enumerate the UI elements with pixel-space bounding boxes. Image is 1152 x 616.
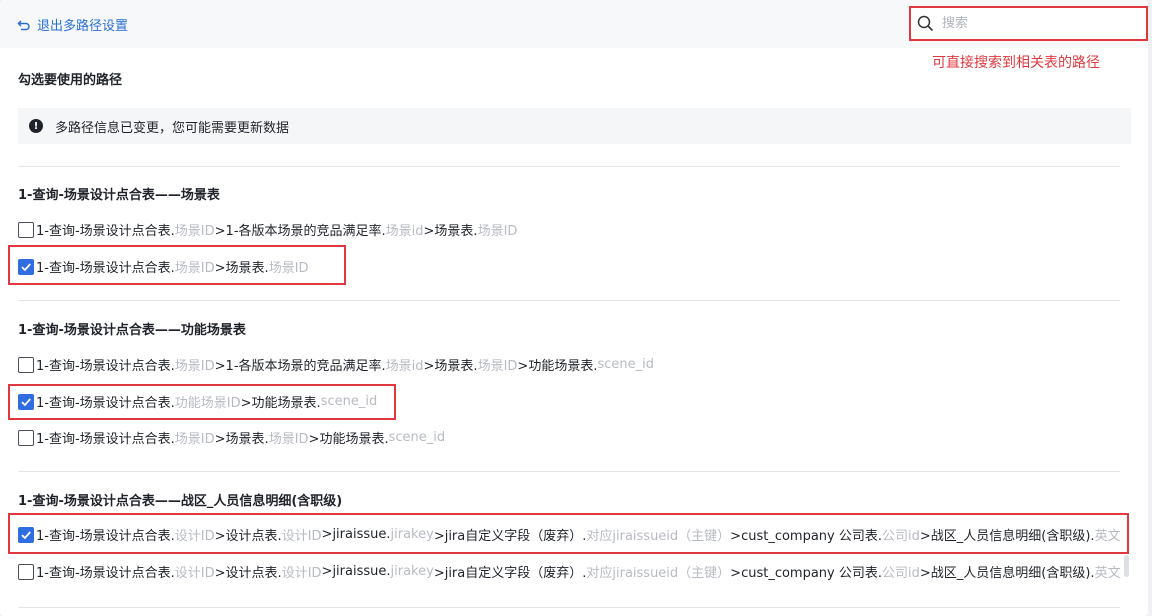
path-table-name: >场景表.: [423, 359, 478, 374]
exit-multipath-label: 退出多路径设置: [37, 19, 129, 34]
path-field-name: 场景ID: [174, 432, 215, 447]
checkmark-icon: [21, 262, 31, 271]
path-table-name: >战区_人员信息明细(含职级).: [919, 566, 1095, 581]
path-field-name: 场景id: [385, 224, 424, 239]
path-table-name: 1-查询-场景设计点合表.: [36, 396, 175, 411]
path-field-name: 设计ID: [281, 529, 322, 544]
path-field-name: 英文: [1094, 529, 1121, 544]
path-option[interactable]: 1-查询-场景设计点合表. 功能场景ID >功能场景表. scene_id: [18, 392, 377, 411]
path-table-name: >设计点表.: [214, 566, 282, 581]
scrollbar-thumb[interactable]: [1124, 555, 1129, 577]
path-field-name: jirakey: [390, 527, 434, 542]
checkmark-icon: [21, 397, 31, 406]
path-table-name: >1-各版本场景的竞品满足率.: [214, 359, 386, 374]
path-option-clip: 1-查询-场景设计点合表. 设计ID >设计点表. 设计ID >jiraissue. ji…: [18, 562, 1122, 584]
path-checkbox[interactable]: [18, 429, 34, 446]
path-table-name: >jiraissue.: [321, 527, 391, 542]
divider: [18, 607, 1120, 608]
path-table-name: >场景表.: [423, 224, 478, 239]
path-field-name: 场景ID: [268, 432, 309, 447]
path-option[interactable]: 1-查询-场景设计点合表. 场景ID >1-各版本场景的竞品满足率. 场景id >场景表…: [18, 355, 654, 374]
path-table-name: >1-各版本场景的竞品满足率.: [214, 224, 386, 239]
path-option[interactable]: 1-查询-场景设计点合表. 场景ID >1-各版本场景的竞品满足率. 场景id >场景表…: [18, 220, 517, 239]
search-annotation: 可直接搜索到相关表的路径: [932, 55, 1100, 71]
exclamation-icon: !: [29, 119, 43, 133]
path-table-name: >功能场景表.: [517, 359, 598, 374]
group-title: 1-查询-场景设计点合表——场景表: [18, 188, 220, 203]
path-field-name: 场景id: [385, 359, 424, 374]
path-table-name: >jiraissue.: [321, 564, 391, 579]
multipath-panel: 退出多路径设置 可直接搜索到相关表的路径 勾选要使用的路径 ! 多路径信息已变更…: [0, 0, 1148, 616]
path-field-name: 设计ID: [281, 566, 322, 581]
path-field-name: 设计ID: [174, 529, 215, 544]
path-table-name: >场景表.: [214, 261, 269, 276]
path-field-name: 场景ID: [174, 224, 215, 239]
path-field-name: 场景ID: [174, 359, 215, 374]
path-field-name: 场景ID: [174, 261, 215, 276]
path-table-name: >战区_人员信息明细(含职级).: [919, 529, 1095, 544]
path-field-name: 对应jiraissueid（主键）: [586, 529, 731, 544]
search-input[interactable]: [942, 16, 1122, 31]
undo-arrow-icon: [17, 19, 30, 30]
path-field-name: 公司id: [882, 566, 920, 581]
divider: [18, 471, 1120, 472]
path-table-name: 1-查询-场景设计点合表.: [36, 224, 175, 239]
path-table-name: 1-查询-场景设计点合表.: [36, 359, 175, 374]
path-table-name: >jira自定义字段（废弃）.: [433, 566, 587, 581]
path-field-name: scene_id: [388, 430, 446, 445]
notice-text: 多路径信息已变更，您可能需要更新数据: [55, 120, 290, 136]
path-checkbox[interactable]: [18, 221, 34, 238]
path-field-name: scene_id: [320, 394, 378, 409]
path-option[interactable]: 1-查询-场景设计点合表. 场景ID >场景表. 场景ID: [18, 257, 309, 276]
path-table-name: >jira自定义字段（废弃）.: [433, 529, 587, 544]
path-field-name: 设计ID: [174, 566, 215, 581]
checkmark-icon: [21, 530, 31, 539]
path-field-name: scene_id: [597, 357, 654, 372]
path-option-clip: 1-查询-场景设计点合表. 设计ID >设计点表. 设计ID >jiraissue. ji…: [18, 525, 1122, 547]
path-table-name: 1-查询-场景设计点合表.: [36, 432, 175, 447]
path-field-name: 公司id: [882, 529, 920, 544]
divider: [18, 300, 1120, 301]
path-table-name: 1-查询-场景设计点合表.: [36, 566, 175, 581]
search-box[interactable]: [909, 6, 1148, 41]
path-checkbox[interactable]: [18, 258, 34, 275]
path-field-name: 场景ID: [477, 224, 518, 239]
change-notice: ! 多路径信息已变更，您可能需要更新数据: [18, 108, 1131, 144]
path-option[interactable]: 1-查询-场景设计点合表. 场景ID >场景表. 场景ID >功能场景表. scene_i…: [18, 428, 445, 447]
path-checkbox[interactable]: [18, 526, 34, 543]
path-table-name: >设计点表.: [214, 529, 282, 544]
path-table-name: >功能场景表.: [240, 396, 321, 411]
group-title: 1-查询-场景设计点合表——功能场景表: [18, 323, 246, 338]
path-table-name: >场景表.: [214, 432, 269, 447]
path-field-name: 英文: [1094, 566, 1121, 581]
group-title: 1-查询-场景设计点合表——战区_人员信息明细(含职级): [18, 494, 343, 509]
path-checkbox[interactable]: [18, 563, 34, 580]
path-field-name: jirakey: [390, 564, 434, 579]
path-field-name: 场景ID: [477, 359, 518, 374]
path-table-name: 1-查询-场景设计点合表.: [36, 529, 175, 544]
path-checkbox[interactable]: [18, 393, 34, 410]
path-field-name: 功能场景ID: [174, 396, 241, 411]
path-field-name: 对应jiraissueid（主键）: [586, 566, 731, 581]
path-option[interactable]: 1-查询-场景设计点合表. 设计ID >设计点表. 设计ID >jiraissue. ji…: [18, 562, 1121, 581]
top-bar: 退出多路径设置: [0, 0, 1148, 48]
path-table-name: >cust_company 公司表.: [730, 566, 883, 581]
section-label: 勾选要使用的路径: [18, 73, 123, 88]
exit-multipath-button[interactable]: 退出多路径设置: [17, 15, 128, 34]
path-table-name: >功能场景表.: [308, 432, 389, 447]
path-field-name: 场景ID: [268, 261, 309, 276]
path-option[interactable]: 1-查询-场景设计点合表. 设计ID >设计点表. 设计ID >jiraissue. ji…: [18, 525, 1121, 544]
path-table-name: >cust_company 公司表.: [730, 529, 883, 544]
path-table-name: 1-查询-场景设计点合表.: [36, 261, 175, 276]
divider: [18, 166, 1120, 167]
path-checkbox[interactable]: [18, 356, 34, 373]
search-icon: [917, 15, 934, 32]
